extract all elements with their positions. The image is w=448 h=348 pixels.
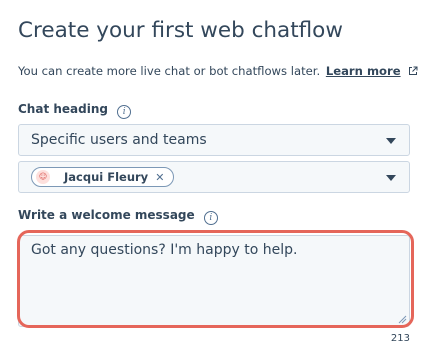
welcome-message-label-text: Write a welcome message: [18, 208, 195, 222]
user-tag-name: Jacqui Fleury: [64, 170, 149, 184]
users-teams-select[interactable]: ☺ Jacqui Fleury ✕: [18, 161, 410, 193]
learn-more-link[interactable]: Learn more: [326, 64, 401, 78]
resize-handle-icon[interactable]: [397, 314, 407, 324]
info-icon[interactable]: i: [203, 211, 218, 225]
remove-tag-icon[interactable]: ✕: [155, 172, 164, 183]
welcome-message-label: Write a welcome message i: [18, 208, 218, 225]
user-avatar-icon: ☺: [36, 170, 50, 184]
page-title: Create your first web chatflow: [18, 18, 343, 43]
welcome-message-text[interactable]: Got any questions? I'm happy to help.: [31, 242, 297, 258]
character-counter: 213: [390, 333, 410, 344]
info-icon[interactable]: i: [117, 105, 132, 119]
user-tag: ☺ Jacqui Fleury ✕: [31, 167, 175, 187]
chat-heading-label: Chat heading i: [18, 102, 132, 119]
chat-heading-selected-value: Specific users and teams: [31, 132, 207, 148]
chevron-down-icon[interactable]: [386, 138, 396, 144]
chat-heading-label-text: Chat heading: [18, 102, 108, 116]
page-subtitle: You can create more live chat or bot cha…: [18, 64, 418, 78]
subtitle-text: You can create more live chat or bot cha…: [18, 64, 321, 78]
external-link-icon[interactable]: [408, 66, 418, 76]
chat-heading-select[interactable]: Specific users and teams: [18, 124, 410, 156]
chevron-down-icon[interactable]: [386, 175, 396, 181]
